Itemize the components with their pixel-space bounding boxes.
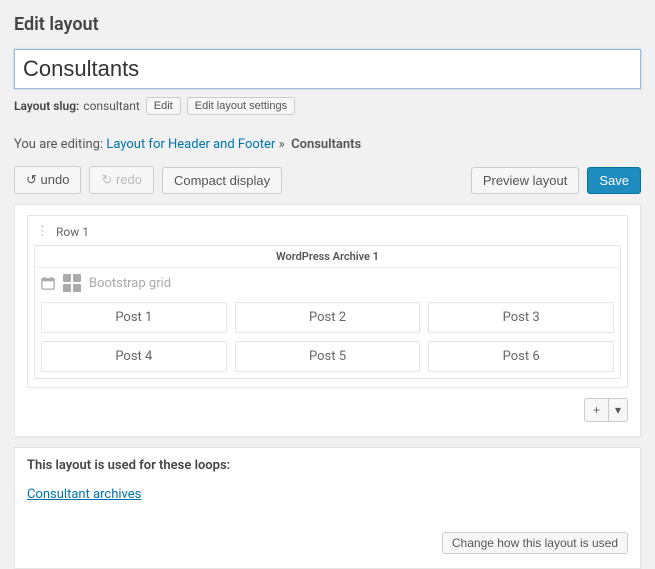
post-cell[interactable]: Post 5	[235, 341, 421, 372]
undo-label: undo	[41, 172, 70, 187]
post-cell[interactable]: Post 2	[235, 302, 421, 333]
plus-icon: +	[593, 403, 600, 417]
post-cell[interactable]: Post 6	[428, 341, 614, 372]
undo-icon: ↺	[26, 172, 41, 187]
row-header[interactable]: ⋮ Row 1	[34, 222, 621, 245]
add-row-actions: + ▾	[27, 398, 628, 422]
add-dropdown-button[interactable]: ▾	[609, 398, 628, 422]
post-cell[interactable]: Post 3	[428, 302, 614, 333]
drag-handle-icon[interactable]: ⋮	[36, 224, 50, 239]
preview-layout-button[interactable]: Preview layout	[471, 167, 580, 194]
editing-prefix: You are editing:	[14, 137, 103, 152]
add-button[interactable]: +	[584, 398, 609, 422]
row-box: ⋮ Row 1 WordPress Archive 1 Bootstrap gr…	[27, 215, 628, 388]
edit-layout-settings-button[interactable]: Edit layout settings	[187, 97, 295, 115]
grid-label: Bootstrap grid	[89, 276, 171, 291]
calendar-icon	[41, 276, 55, 290]
chevron-down-icon: ▾	[615, 403, 621, 417]
redo-icon: ↻	[101, 172, 116, 187]
layout-title-input[interactable]	[14, 49, 641, 89]
loop-link[interactable]: Consultant archives	[27, 487, 141, 502]
grid-icon	[63, 274, 81, 292]
toolbar: ↺ undo ↻ redo Compact display Preview la…	[14, 166, 641, 194]
slug-label: Layout slug:	[14, 99, 79, 113]
layout-editor-panel: ⋮ Row 1 WordPress Archive 1 Bootstrap gr…	[14, 204, 641, 437]
slug-line: Layout slug: consultant Edit Edit layout…	[14, 97, 641, 115]
post-cell[interactable]: Post 4	[41, 341, 227, 372]
breadcrumb-link-parent[interactable]: Layout for Header and Footer	[106, 137, 275, 152]
loops-panel: This layout is used for these loops: Con…	[14, 447, 641, 569]
edit-slug-button[interactable]: Edit	[146, 97, 181, 115]
undo-button[interactable]: ↺ undo	[14, 166, 81, 194]
post-cell[interactable]: Post 1	[41, 302, 227, 333]
redo-label: redo	[116, 172, 142, 187]
save-button[interactable]: Save	[587, 167, 641, 194]
grid-meta: Bootstrap grid	[35, 268, 620, 296]
archive-block: WordPress Archive 1 Bootstrap grid Post …	[34, 245, 621, 379]
compact-display-button[interactable]: Compact display	[162, 167, 282, 194]
post-grid: Post 1 Post 2 Post 3 Post 4 Post 5 Post …	[35, 296, 620, 378]
breadcrumb-current: Consultants	[291, 137, 361, 152]
change-layout-usage-button[interactable]: Change how this layout is used	[442, 532, 628, 554]
row-label: Row 1	[56, 225, 89, 239]
redo-button[interactable]: ↻ redo	[89, 166, 154, 194]
slug-value: consultant	[83, 99, 139, 113]
archive-title: WordPress Archive 1	[35, 246, 620, 268]
breadcrumb: You are editing: Layout for Header and F…	[14, 137, 641, 152]
loops-heading: This layout is used for these loops:	[27, 458, 628, 473]
page-title: Edit layout	[14, 14, 641, 35]
breadcrumb-sep: »	[279, 137, 285, 152]
